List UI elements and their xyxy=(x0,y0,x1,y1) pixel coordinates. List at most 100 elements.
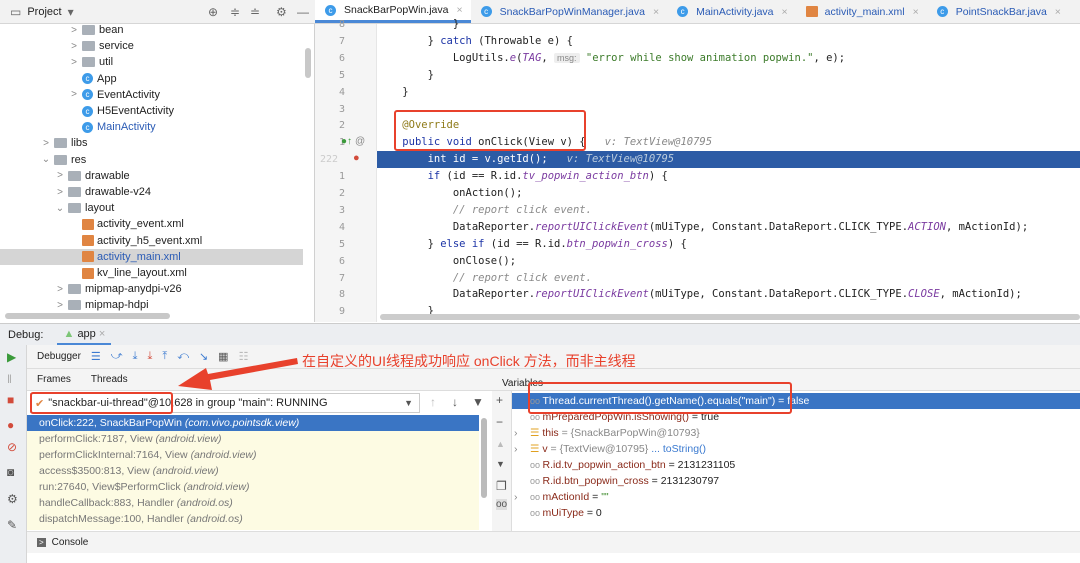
variable-value: = {SnackBarPopWin@10793} xyxy=(561,427,700,439)
stack-frame[interactable]: performClickInternal:7164, View (android… xyxy=(27,447,479,463)
chevron-right-icon[interactable]: › xyxy=(514,441,530,457)
tree-item[interactable]: > service xyxy=(0,38,303,54)
frames-scrollbar[interactable] xyxy=(481,418,487,498)
code-line: 3 // report click event. xyxy=(315,202,1080,219)
next-frame-icon[interactable]: ↓ xyxy=(452,395,458,409)
tree-item[interactable]: c App xyxy=(0,71,303,87)
override-icon[interactable]: @ xyxy=(355,136,365,147)
close-icon[interactable]: × xyxy=(456,4,462,16)
stack-frame[interactable]: onClick:222, SnackBarPopWin (com.vivo.po… xyxy=(27,415,479,431)
stack-frame[interactable]: performClick:7187, View (android.view) xyxy=(27,431,479,447)
tree-item[interactable]: kv_line_layout.xml xyxy=(0,265,303,281)
add-watch-icon[interactable]: + xyxy=(496,393,503,407)
chevron-right-icon[interactable]: > xyxy=(54,170,66,181)
project-view-selector[interactable]: Project xyxy=(27,6,61,18)
variable-row[interactable]: › ☰ v = {TextView@10795} ... toString() xyxy=(512,441,1080,457)
tree-item[interactable]: > bean xyxy=(0,22,303,38)
chevron-right-icon[interactable]: > xyxy=(68,41,80,52)
tree-item[interactable]: ⌄ res xyxy=(0,152,303,168)
camera-icon[interactable]: ◙ xyxy=(7,465,14,479)
stop-icon[interactable]: ■ xyxy=(7,393,14,407)
copy-icon[interactable]: ❐ xyxy=(496,479,507,493)
tree-item[interactable]: > drawable xyxy=(0,168,303,184)
show-execution-point-icon[interactable]: ⤻ xyxy=(111,350,123,363)
watches-toggle-icon[interactable]: oo xyxy=(496,499,508,510)
tree-hscrollbar[interactable] xyxy=(5,313,170,319)
settings-icon[interactable]: ⚙ xyxy=(7,492,18,506)
stack-frame[interactable]: access$3500:813, View (android.view) xyxy=(27,463,479,479)
chevron-right-icon[interactable]: > xyxy=(54,284,66,295)
minimize-icon[interactable]: — xyxy=(297,5,309,19)
stack-frame[interactable]: run:27640, View$PerformClick (android.vi… xyxy=(27,479,479,495)
view-breakpoints-icon[interactable]: ● xyxy=(7,418,14,432)
chevron-down-icon[interactable]: ▾ xyxy=(68,5,74,19)
close-icon[interactable]: × xyxy=(99,328,105,340)
step-over-icon[interactable]: ⤓ xyxy=(133,350,138,363)
chevron-down-icon[interactable]: ⌄ xyxy=(54,203,66,214)
resume-icon[interactable]: ▶ xyxy=(7,350,16,364)
tree-item[interactable]: ⌄ layout xyxy=(0,200,303,216)
tree-scrollbar[interactable] xyxy=(305,48,311,78)
tree-item[interactable]: > libs xyxy=(0,135,303,151)
tree-item[interactable]: activity_event.xml xyxy=(0,216,303,232)
tree-item[interactable]: > c EventActivity xyxy=(0,87,303,103)
to-string-link[interactable]: ... toString() xyxy=(651,443,706,455)
step-out-icon[interactable]: ⤒ xyxy=(162,350,167,363)
debug-tab-app[interactable]: ▲ app × xyxy=(57,325,112,345)
variable-row[interactable]: oo mUiType = 0 xyxy=(512,505,1080,521)
chevron-right-icon[interactable]: > xyxy=(68,89,80,100)
variable-value: = 2131231105 xyxy=(668,459,736,471)
force-step-into-icon[interactable]: ⤓ xyxy=(147,350,152,363)
gear-icon[interactable]: ⚙ xyxy=(276,5,287,19)
threads-tab[interactable]: Threads xyxy=(91,374,128,385)
collapse-all-icon[interactable]: ≐ xyxy=(250,5,260,19)
line-number: 7 xyxy=(338,272,345,284)
code-token: , xyxy=(541,51,555,64)
pin-icon[interactable]: ✎ xyxy=(7,518,17,532)
chevron-right-icon[interactable]: > xyxy=(40,138,52,149)
debugger-tab[interactable]: Debugger xyxy=(37,351,81,362)
variable-row[interactable]: oo R.id.btn_popwin_cross = 2131230797 xyxy=(512,473,1080,489)
variable-row[interactable]: › ☰ this = {SnackBarPopWin@10793} xyxy=(512,425,1080,441)
code-line: 6 onClose(); xyxy=(315,253,1080,270)
tree-item[interactable]: c MainActivity xyxy=(0,119,303,135)
tree-item-label: App xyxy=(97,72,117,85)
previous-frame-icon[interactable]: ↑ xyxy=(430,395,436,409)
chevron-right-icon[interactable]: > xyxy=(68,25,80,36)
menu-icon[interactable]: ☰ xyxy=(91,350,101,363)
frames-tab[interactable]: Frames xyxy=(37,374,71,385)
chevron-right-icon[interactable]: > xyxy=(68,57,80,68)
chevron-down-icon[interactable]: ⌄ xyxy=(40,154,52,165)
tree-item[interactable]: > util xyxy=(0,54,303,70)
chevron-right-icon[interactable]: > xyxy=(54,300,66,311)
stack-frame[interactable]: handleCallback:883, Handler (android.os) xyxy=(27,495,479,511)
tree-item[interactable]: > drawable-v24 xyxy=(0,184,303,200)
variable-row[interactable]: › oo mActionId = "" xyxy=(512,489,1080,505)
chevron-down-icon: ▼ xyxy=(404,398,413,408)
xml-icon xyxy=(82,235,94,247)
move-up-icon[interactable]: ▲ xyxy=(496,439,505,449)
filter-icon[interactable]: ▼ xyxy=(472,395,484,409)
implements-icon[interactable]: ●↑ xyxy=(341,136,352,147)
tree-item[interactable]: > mipmap-hdpi xyxy=(0,297,303,313)
tree-item[interactable]: > mipmap-anydpi-v26 xyxy=(0,281,303,297)
locate-icon[interactable]: ⊕ xyxy=(208,5,218,19)
stack-frame[interactable]: dispatchMessage:100, Handler (android.os… xyxy=(27,511,479,527)
variable-row[interactable]: oo R.id.tv_popwin_action_btn = 213123110… xyxy=(512,457,1080,473)
chevron-right-icon[interactable]: › xyxy=(514,489,530,505)
chevron-right-icon[interactable]: › xyxy=(514,425,530,441)
editor-hscrollbar[interactable] xyxy=(380,314,1080,320)
tree-item[interactable]: c H5EventActivity xyxy=(0,103,303,119)
mute-breakpoints-icon[interactable]: ⊘ xyxy=(7,440,17,454)
variable-value: = 0 xyxy=(586,507,602,519)
move-down-icon[interactable]: ▼ xyxy=(496,459,505,469)
chevron-right-icon[interactable]: > xyxy=(54,187,66,198)
expand-all-icon[interactable]: ≑ xyxy=(230,5,240,19)
pause-icon[interactable]: ‖ xyxy=(7,372,12,386)
breakpoint-icon[interactable]: ● xyxy=(353,152,360,164)
console-tab[interactable]: > Console xyxy=(27,531,1080,553)
remove-watch-icon[interactable]: − xyxy=(496,415,503,429)
tree-item[interactable]: activity_h5_event.xml xyxy=(0,233,303,249)
line-number: 222 xyxy=(315,151,377,169)
tree-item[interactable]: activity_main.xml xyxy=(0,248,303,265)
